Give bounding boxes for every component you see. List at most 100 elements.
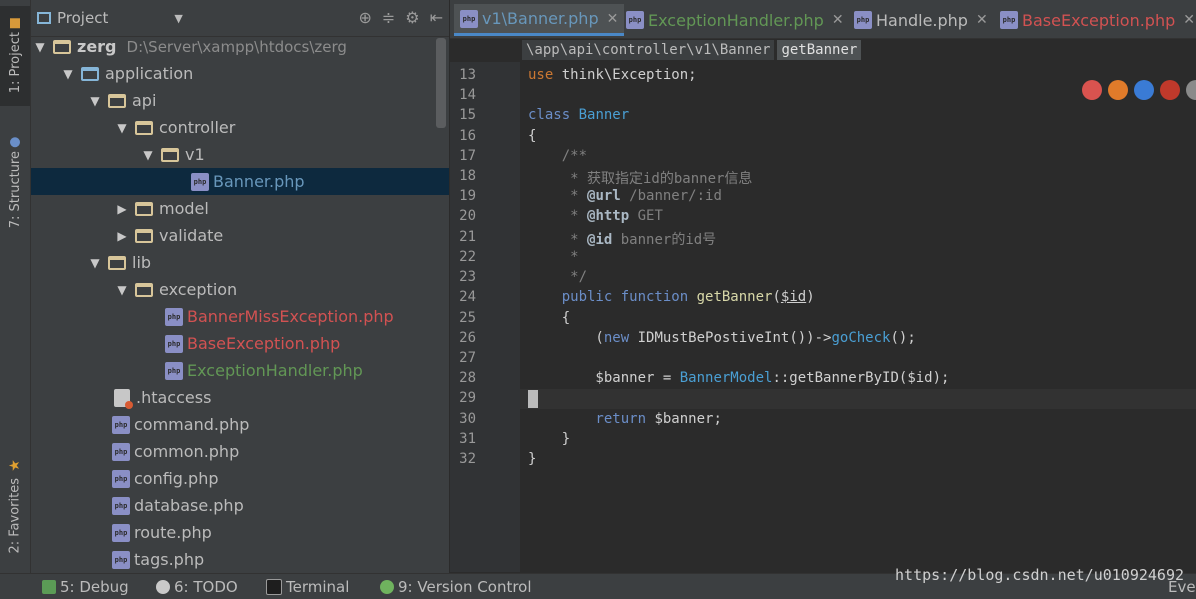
tree-item-htaccess[interactable]: .htaccess (31, 384, 449, 411)
code-line-28[interactable]: $banner = BannerModel::getBannerByID($id… (528, 370, 949, 386)
project-scrollbar[interactable] (436, 38, 446, 128)
tree-item-label: lib (132, 253, 152, 272)
tree-item-exception[interactable]: ▼ exception (31, 276, 449, 303)
bug-icon (42, 580, 56, 594)
breadcrumb-function[interactable]: getBanner (777, 40, 862, 60)
tree-item-label: .htaccess (136, 388, 212, 407)
project-tab-label: 1: Project (7, 32, 23, 94)
chevron-down-icon[interactable]: ▼ (88, 94, 102, 108)
structure-tab-label: 7: Structure (7, 151, 23, 229)
tree-item-api[interactable]: ▼ api (31, 87, 449, 114)
code-line-20[interactable]: * @http GET (528, 208, 663, 224)
php-file-icon: php (165, 361, 183, 380)
close-icon[interactable]: ✕ (976, 12, 988, 28)
folder-icon (135, 282, 153, 297)
line-number: 23 (459, 269, 476, 285)
collapse-all-icon[interactable]: ≑ (382, 8, 395, 27)
code-line-23[interactable]: */ (528, 269, 587, 285)
chevron-down-icon[interactable]: ▼ (88, 256, 102, 270)
tree-item-common-php[interactable]: php common.php (31, 438, 449, 465)
php-file-icon: php (165, 334, 183, 353)
chevron-right-icon[interactable]: ▶ (115, 229, 129, 243)
tree-item-config-php[interactable]: php config.php (31, 465, 449, 492)
folder-icon (135, 120, 153, 135)
version-control-tool-button[interactable]: 9: Version Control (380, 578, 532, 596)
code-line-30[interactable]: return $banner; (528, 411, 721, 427)
tab-handle-php[interactable]: php Handle.php ✕ (854, 6, 988, 34)
tree-item-banner-php[interactable]: php Banner.php (31, 168, 449, 195)
tree-item-label: database.php (134, 496, 244, 515)
tab-favorites[interactable]: 2: Favorites ★ (0, 450, 30, 562)
terminal-tool-button[interactable]: Terminal (266, 578, 349, 596)
project-panel-title: Project (57, 9, 109, 27)
line-number: 31 (459, 431, 476, 447)
tree-item-tags-php[interactable]: php tags.php (31, 546, 449, 573)
tree-item-label: api (132, 91, 157, 110)
code-line-16[interactable]: { (528, 128, 536, 144)
chevron-down-icon[interactable]: ▼ (115, 121, 129, 135)
code-line-17[interactable]: /** (528, 148, 587, 164)
line-number: 27 (459, 350, 476, 366)
code-line-13[interactable]: use think\Exception; (528, 67, 697, 83)
close-icon[interactable]: ✕ (607, 11, 619, 27)
tree-item-label: model (159, 199, 209, 218)
code-line-25[interactable]: { (528, 310, 570, 326)
close-icon[interactable]: ✕ (832, 12, 844, 28)
favorites-tab-label: 2: Favorites (7, 478, 23, 554)
left-tool-strip: 1: Project 7: Structure 2: Favorites ★ (0, 0, 31, 573)
php-file-icon: php (112, 442, 130, 461)
tree-item-validate[interactable]: ▶ validate (31, 222, 449, 249)
tree-item-database-php[interactable]: php database.php (31, 492, 449, 519)
firefox-icon[interactable] (1108, 80, 1128, 100)
chevron-down-icon[interactable]: ▼ (33, 40, 47, 54)
chevron-down-icon[interactable]: ▼ (174, 12, 182, 25)
tree-item-label: exception (159, 280, 238, 299)
code-line-32[interactable]: } (528, 451, 536, 467)
chevron-down-icon[interactable]: ▼ (141, 148, 155, 162)
chevron-right-icon[interactable]: ▶ (115, 202, 129, 216)
tree-item-command-php[interactable]: php command.php (31, 411, 449, 438)
gear-icon[interactable]: ⚙ (405, 8, 419, 27)
tree-item-label: validate (159, 226, 224, 245)
breadcrumb-path[interactable]: \app\api\controller\v1\Banner (522, 40, 775, 60)
tree-item-v1[interactable]: ▼ v1 (31, 141, 449, 168)
code-line-31[interactable]: } (528, 431, 570, 447)
code-line-18[interactable]: * 获取指定id的banner信息 (528, 168, 752, 188)
tree-item-model[interactable]: ▶ model (31, 195, 449, 222)
tree-item-controller[interactable]: ▼ controller (31, 114, 449, 141)
hide-panel-icon[interactable]: ⇤ (430, 8, 443, 27)
code-line-15[interactable]: class Banner (528, 107, 629, 123)
tab-baseexception-php[interactable]: php BaseException.php ✕ (1000, 6, 1195, 34)
locate-icon[interactable]: ⊕ (358, 8, 371, 27)
tab-project[interactable]: 1: Project (0, 6, 30, 106)
line-number: 30 (459, 411, 476, 427)
chevron-down-icon[interactable]: ▼ (61, 67, 75, 81)
code-line-19[interactable]: * @url /banner/:id (528, 188, 722, 204)
debug-tool-button[interactable]: 5: Debug (42, 578, 129, 596)
tree-item-exceptionhandler[interactable]: php ExceptionHandler.php (31, 357, 449, 384)
code-line-22[interactable]: * (528, 249, 578, 265)
todo-tool-button[interactable]: 6: TODO (156, 578, 238, 596)
tree-item-baseexception[interactable]: php BaseException.php (31, 330, 449, 357)
tree-root-zerg[interactable]: ▼ zerg D:\Server\xampp\htdocs\zerg (31, 33, 449, 60)
safari-icon[interactable] (1186, 80, 1196, 100)
line-number: 26 (459, 330, 476, 346)
chevron-down-icon[interactable]: ▼ (115, 283, 129, 297)
project-panel-header: Project ▼ ⊕ ≑ ⚙ ⇤ (31, 0, 449, 37)
code-line-21[interactable]: * @id banner的id号 (528, 229, 716, 249)
code-line-24[interactable]: public function getBanner($id) (528, 289, 815, 305)
opera-icon[interactable] (1160, 80, 1180, 100)
close-icon[interactable]: ✕ (1183, 12, 1195, 28)
tree-item-route-php[interactable]: php route.php (31, 519, 449, 546)
project-view-icon (37, 12, 51, 24)
code-line-26[interactable]: (new IDMustBePostiveInt())->goCheck(); (528, 330, 915, 346)
ie-icon[interactable] (1134, 80, 1154, 100)
folder-icon (108, 255, 126, 270)
tab-exceptionhandler-php[interactable]: php ExceptionHandler.php ✕ (626, 6, 844, 34)
tree-item-lib[interactable]: ▼ lib (31, 249, 449, 276)
tree-item-bannermissexception[interactable]: php BannerMissException.php (31, 303, 449, 330)
chrome-icon[interactable] (1082, 80, 1102, 100)
tab-structure[interactable]: 7: Structure (0, 128, 30, 238)
tree-item-application[interactable]: ▼ application (31, 60, 449, 87)
tab-banner-php[interactable]: php v1\Banner.php ✕ (454, 4, 625, 36)
